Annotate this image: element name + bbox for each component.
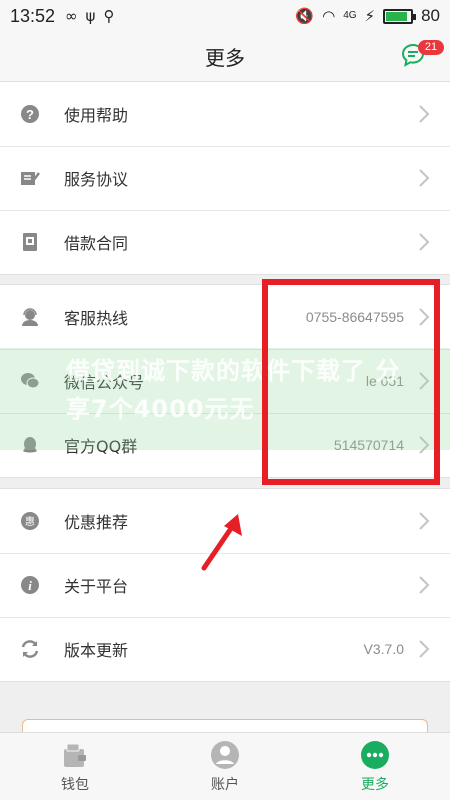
chevron-right-icon bbox=[418, 511, 430, 531]
nav-bar: 更多 21 bbox=[0, 32, 450, 82]
menu-item-label: 关于平台 bbox=[64, 577, 129, 596]
more-icon bbox=[361, 740, 389, 769]
chevron-right-icon bbox=[418, 575, 430, 595]
bottom-tab-bar: 钱包 账户 更多 bbox=[0, 732, 450, 800]
contract-icon bbox=[20, 232, 40, 252]
svg-text:i: i bbox=[28, 578, 32, 593]
tab-more[interactable]: 更多 bbox=[300, 733, 450, 800]
message-badge: 21 bbox=[418, 40, 444, 55]
chevron-right-icon bbox=[418, 232, 430, 252]
svg-text:?: ? bbox=[26, 107, 34, 122]
user-icon bbox=[211, 740, 239, 769]
wallet-icon bbox=[64, 743, 86, 767]
menu-item-service-agreement[interactable]: 服务协议 bbox=[0, 146, 450, 210]
version-number: V3.7.0 bbox=[363, 641, 404, 657]
menu-group-help: ? 使用帮助 服务协议 借款合同 bbox=[0, 81, 450, 275]
menu-item-label: 使用帮助 bbox=[64, 106, 129, 125]
tab-label: 钱包 bbox=[61, 776, 89, 793]
usb-icon: ψ bbox=[85, 6, 96, 25]
question-circle-icon: ? bbox=[20, 104, 40, 124]
menu-item-version-update[interactable]: 版本更新 V3.7.0 bbox=[0, 617, 450, 681]
highlight-box bbox=[262, 279, 440, 485]
messages-button[interactable]: 21 bbox=[400, 40, 444, 68]
menu-item-label: 官方QQ群 bbox=[64, 437, 138, 456]
menu-item-label: 服务协议 bbox=[64, 170, 129, 189]
status-bar: 13:52 ∞ ψ ⚲ 🔇 ◠ 4G ⚡ 80 bbox=[0, 0, 450, 32]
chevron-right-icon bbox=[418, 168, 430, 188]
svg-text:惠: 惠 bbox=[25, 515, 35, 528]
wifi-icon: ◠ bbox=[322, 6, 336, 25]
refresh-icon bbox=[20, 639, 40, 659]
tab-label: 更多 bbox=[361, 776, 389, 793]
qq-icon bbox=[20, 435, 40, 455]
mute-icon: 🔇 bbox=[295, 6, 315, 25]
battery-percent: 80 bbox=[421, 6, 440, 25]
info-icon: i bbox=[20, 575, 40, 595]
wechat-icon bbox=[20, 371, 40, 391]
infinity-icon: ∞ bbox=[65, 6, 78, 25]
charging-icon: ⚡ bbox=[364, 6, 376, 25]
usb-debug-icon: ⚲ bbox=[103, 6, 115, 25]
menu-item-label: 版本更新 bbox=[64, 641, 129, 660]
menu-item-label: 客服热线 bbox=[64, 309, 129, 328]
annotation-arrow-icon bbox=[201, 514, 242, 571]
chevron-right-icon bbox=[418, 639, 430, 659]
tab-label: 账户 bbox=[211, 776, 239, 793]
page-title: 更多 bbox=[205, 46, 245, 70]
menu-item-label: 微信公众号 bbox=[64, 373, 145, 392]
discount-icon: 惠 bbox=[20, 511, 40, 531]
promo-banner-edge bbox=[22, 719, 428, 733]
menu-item-loan-contract[interactable]: 借款合同 bbox=[0, 210, 450, 274]
tab-wallet[interactable]: 钱包 bbox=[0, 733, 150, 800]
menu-item-label: 优惠推荐 bbox=[64, 513, 129, 532]
battery-icon bbox=[383, 8, 417, 24]
status-time: 13:52 bbox=[10, 5, 56, 26]
chevron-right-icon bbox=[418, 104, 430, 124]
menu-item-help[interactable]: ? 使用帮助 bbox=[0, 82, 450, 146]
network-label: 4G bbox=[343, 10, 357, 21]
menu-item-label: 借款合同 bbox=[64, 234, 129, 253]
support-agent-icon bbox=[20, 307, 40, 327]
document-edit-icon bbox=[20, 168, 40, 188]
tab-account[interactable]: 账户 bbox=[150, 733, 300, 800]
